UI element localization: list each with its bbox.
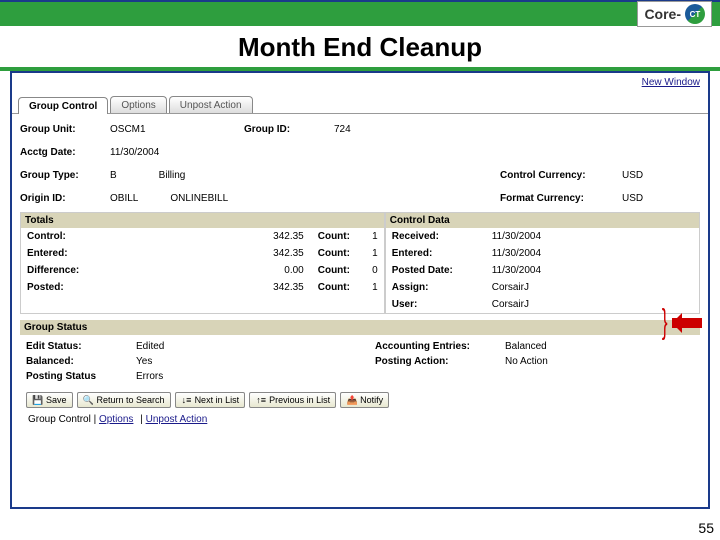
prev-button-label: Previous in List: [269, 395, 330, 405]
origin-id-label: Origin ID:: [20, 193, 98, 204]
callout-arrow: [659, 311, 702, 335]
group-type-value: B: [110, 170, 117, 181]
difference-count-label: Count:: [318, 265, 358, 276]
control-count-label: Count:: [318, 231, 358, 242]
footer-link-unpost-action[interactable]: Unpost Action: [146, 414, 208, 425]
edit-status-value: Edited: [136, 341, 164, 352]
posting-status-value: Errors: [136, 371, 163, 382]
control-currency-value: USD: [622, 170, 643, 181]
origin-text: ONLINEBILL: [170, 193, 228, 204]
tab-group-control[interactable]: Group Control: [18, 97, 108, 114]
search-icon: 🔍: [83, 394, 95, 406]
cd-entered-value: 11/30/2004: [492, 248, 541, 259]
logo-text: Core-: [644, 6, 681, 22]
origin-id-value: OBILL: [110, 193, 138, 204]
button-bar: 💾Save 🔍Return to Search ↓≡Next in List ↑…: [20, 388, 700, 412]
entered-label: Entered:: [27, 248, 244, 259]
brand-logo: Core- CT: [637, 1, 712, 27]
acct-entries-value: Balanced: [505, 341, 547, 352]
received-label: Received:: [392, 231, 472, 242]
assign-label: Assign:: [392, 282, 472, 293]
group-id-label: Group ID:: [244, 124, 322, 135]
acctg-date-label: Acctg Date:: [20, 147, 98, 158]
posted-date-label: Posted Date:: [392, 265, 472, 276]
group-unit-value: OSCM1: [110, 124, 146, 135]
entered-count-label: Count:: [318, 248, 358, 259]
posting-status-label: Posting Status: [26, 371, 136, 382]
save-icon: 💾: [32, 394, 44, 406]
logo-circle-icon: CT: [685, 4, 705, 24]
new-window-link[interactable]: New Window: [642, 77, 700, 88]
group-type-text: Billing: [159, 170, 186, 181]
entered-count-value: 1: [358, 248, 378, 259]
control-label: Control:: [27, 231, 244, 242]
edit-status-label: Edit Status:: [26, 341, 136, 352]
control-count-value: 1: [358, 231, 378, 242]
totals-header: Totals: [21, 213, 384, 228]
arrow-left-icon: [672, 318, 702, 328]
posted-count-value: 1: [358, 282, 378, 293]
save-button[interactable]: 💾Save: [26, 392, 73, 408]
assign-value: CorsairJ: [492, 282, 529, 293]
tab-unpost-action[interactable]: Unpost Action: [169, 96, 253, 113]
received-value: 11/30/2004: [492, 231, 541, 242]
arrow-up-icon: ↑≡: [255, 394, 267, 406]
user-value: CorsairJ: [492, 299, 529, 310]
posted-value: 342.35: [244, 282, 304, 293]
page-number: 55: [698, 520, 714, 536]
control-currency-label: Control Currency:: [500, 170, 610, 181]
tab-options[interactable]: Options: [110, 96, 166, 113]
notify-button[interactable]: 📤Notify: [340, 392, 389, 408]
app-frame: New Window Group Control Options Unpost …: [10, 71, 710, 509]
top-bar: Core- CT: [0, 2, 720, 26]
posted-count-label: Count:: [318, 282, 358, 293]
next-in-list-button[interactable]: ↓≡Next in List: [175, 392, 246, 408]
previous-in-list-button[interactable]: ↑≡Previous in List: [249, 392, 336, 408]
difference-label: Difference:: [27, 265, 244, 276]
cd-entered-label: Entered:: [392, 248, 472, 259]
balanced-label: Balanced:: [26, 356, 136, 367]
posting-action-value: No Action: [505, 356, 548, 367]
next-button-label: Next in List: [195, 395, 240, 405]
notify-button-label: Notify: [360, 395, 383, 405]
page-title: Month End Cleanup: [0, 26, 720, 67]
footer-link-group-control: Group Control: [28, 414, 91, 425]
balanced-value: Yes: [136, 356, 152, 367]
posted-date-value: 11/30/2004: [492, 265, 541, 276]
content-area: Group Unit: OSCM1 Group ID: 724 Acctg Date…: [12, 114, 708, 431]
group-unit-label: Group Unit:: [20, 124, 98, 135]
group-id-value: 724: [334, 124, 351, 135]
control-value: 342.35: [244, 231, 304, 242]
tab-bar: Group Control Options Unpost Action: [12, 96, 708, 114]
difference-value: 0.00: [244, 265, 304, 276]
posting-action-label: Posting Action:: [375, 356, 505, 367]
format-currency-value: USD: [622, 193, 643, 204]
footer-link-options[interactable]: Options: [99, 414, 133, 425]
difference-count-value: 0: [358, 265, 378, 276]
notify-icon: 📤: [346, 394, 358, 406]
group-status-header: Group Status: [20, 320, 700, 335]
return-to-search-button[interactable]: 🔍Return to Search: [77, 392, 171, 408]
entered-value: 342.35: [244, 248, 304, 259]
format-currency-label: Format Currency:: [500, 193, 610, 204]
control-data-header: Control Data: [386, 213, 699, 228]
posted-label: Posted:: [27, 282, 244, 293]
group-type-label: Group Type:: [20, 170, 98, 181]
arrow-down-icon: ↓≡: [181, 394, 193, 406]
footer-links: Group Control | Options | Unpost Action: [20, 412, 700, 427]
acct-entries-label: Accounting Entries:: [375, 341, 505, 352]
save-button-label: Save: [46, 395, 67, 405]
user-label: User:: [392, 299, 472, 310]
acctg-date-value: 11/30/2004: [110, 147, 159, 158]
return-button-label: Return to Search: [97, 395, 165, 405]
